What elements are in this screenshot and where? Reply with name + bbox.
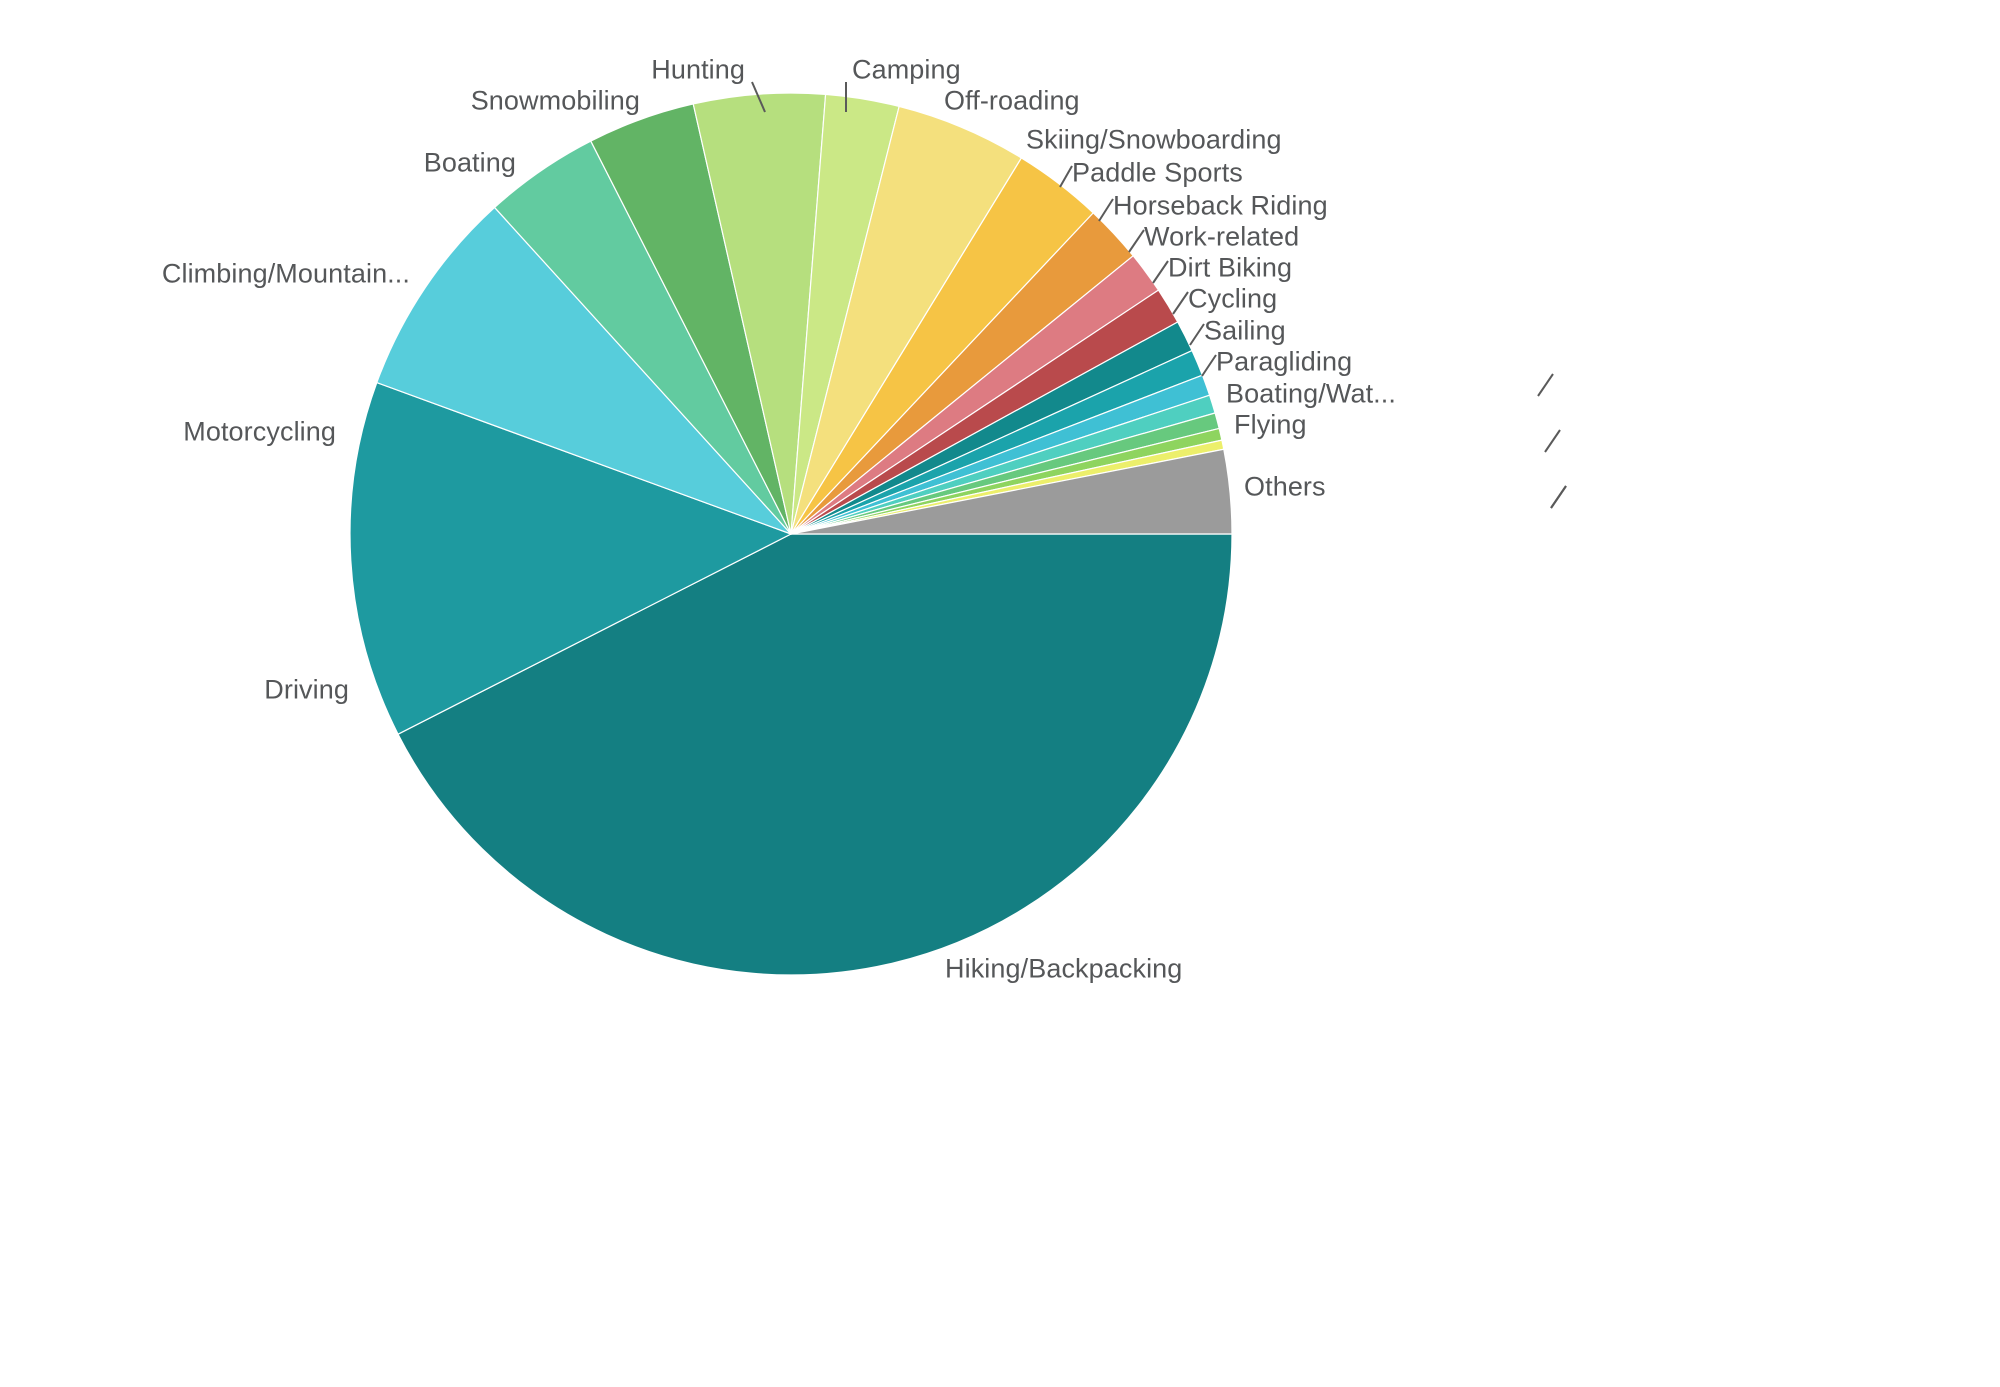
- pie-slice-label: Climbing/Mountain...: [161, 258, 410, 289]
- pie-slice-label: Paragliding: [1216, 346, 1353, 377]
- pie-slice-label: Driving: [264, 674, 349, 705]
- pie-slice-label: Horseback Riding: [1113, 190, 1328, 221]
- pie-slice-label: Snowmobiling: [470, 85, 640, 116]
- pie-slice-label: Camping: [852, 54, 961, 85]
- pie-slice-label: Others: [1244, 471, 1326, 502]
- pie-chart-container: Hunting Camping Snowmobiling Off-roading Boa…: [0, 0, 2000, 1387]
- label-leader-line: [1544, 429, 1561, 453]
- pie-slice-label: Skiing/Snowboarding: [1026, 124, 1282, 155]
- pie-slice-label: Motorcycling: [183, 416, 336, 447]
- pie-slice-label: Hiking/Backpacking: [945, 953, 1183, 984]
- label-leader-line: [1550, 485, 1567, 509]
- pie-slice-label: Work-related: [1144, 221, 1300, 252]
- label-leader-line: [1059, 165, 1073, 188]
- pie-slice-label: Off-roading: [944, 85, 1080, 116]
- pie-slice-label: Paddle Sports: [1072, 157, 1243, 188]
- pie-slices-group: [349, 92, 1233, 976]
- pie-slice-label: Hunting: [651, 54, 745, 85]
- label-leader-line: [1098, 198, 1114, 222]
- pie-slice-label: Flying: [1234, 409, 1307, 440]
- pie-slice-label: Cycling: [1188, 283, 1278, 314]
- label-leader-line: [1152, 260, 1169, 284]
- label-leader-line: [1537, 373, 1554, 397]
- label-leader-line: [1189, 323, 1205, 346]
- pie-slice-label: Boating: [423, 147, 516, 178]
- pie-slice-label: Dirt Biking: [1168, 252, 1293, 283]
- pie-slice-label: Sailing: [1204, 315, 1286, 346]
- label-leader-line: [1128, 229, 1145, 253]
- pie-slice-label: Boating/Wat...: [1226, 378, 1396, 409]
- label-leader-line: [1201, 354, 1217, 377]
- label-leader-line: [1172, 291, 1189, 315]
